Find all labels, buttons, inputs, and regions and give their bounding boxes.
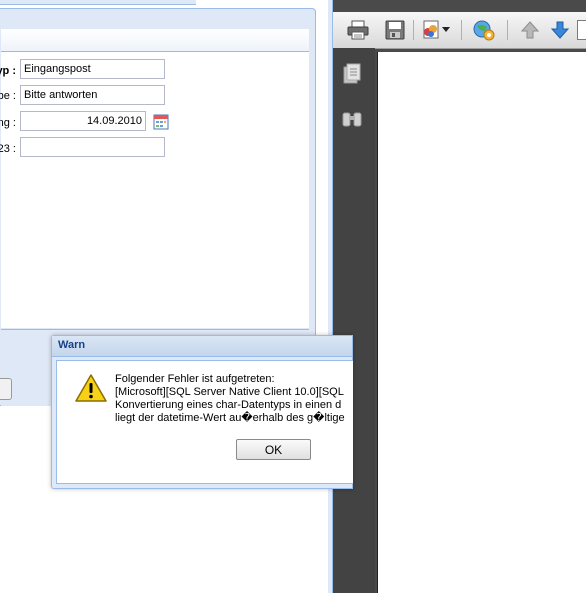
toolbar-separator [413,20,414,40]
dropdown-arrow-icon[interactable] [441,19,451,41]
typ-field[interactable]: Eingangspost [20,59,165,79]
error-line: Konvertierung eines char-Datentyps in ei… [115,399,342,411]
document-page [377,52,586,593]
ok-button[interactable]: OK [236,439,311,460]
dialog-titlebar[interactable]: Warn [52,336,352,357]
field-label-aufgabe: be : [0,90,16,102]
error-line: [Microsoft][SQL Server Native Client 10.… [115,386,344,398]
field-label-4: 23 : [0,143,16,155]
find-icon[interactable] [340,107,364,131]
save-icon[interactable] [383,19,407,41]
field-label-date: ng : [0,117,16,129]
error-line: Folgender Fehler ist aufgetreten: [115,373,275,385]
arrow-up-icon[interactable] [518,19,542,41]
aufgabe-field[interactable]: Bitte antworten [20,85,165,105]
footer-button-stub[interactable] [0,378,12,400]
top-panel-edge [0,0,196,5]
print-icon[interactable] [346,19,370,41]
calendar-icon[interactable] [153,114,169,130]
dialog-title: Warn [58,339,86,351]
globe-settings-icon[interactable] [472,19,496,41]
fourth-field[interactable] [20,137,165,157]
field-label-typ: yp : [0,65,16,77]
date-field[interactable]: 14.09.2010 [20,111,146,131]
arrow-down-icon[interactable] [548,19,572,41]
error-line: liegt der datetime-Wert au�erhalb des g�… [115,412,345,424]
dialog-body: Folgender Fehler ist aufgetreten: [Micro… [56,360,353,484]
document-options-icon[interactable] [419,19,443,41]
viewer-toolbar [333,12,586,49]
toolbar-separator [507,20,508,40]
warn-dialog: Warn Folgender Fehler ist aufgetreten: [… [51,335,353,489]
page-number-input[interactable] [577,19,586,41]
form-header [1,29,309,52]
error-message: Folgender Fehler ist aufgetreten: [Micro… [115,373,355,425]
warning-icon [75,374,107,402]
toolbar-separator [461,20,462,40]
pages-icon[interactable] [340,62,364,86]
